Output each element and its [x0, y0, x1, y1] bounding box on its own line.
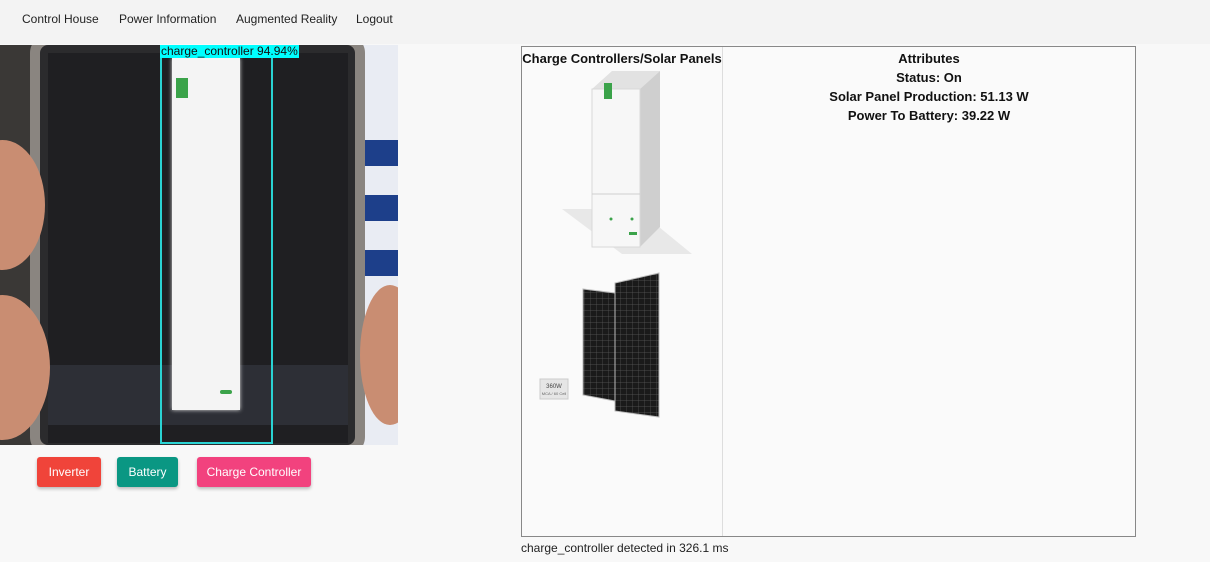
detection-label: charge_controller 94.94%	[160, 45, 299, 58]
nav-control-house[interactable]: Control House	[22, 12, 99, 26]
panel-tag-sub: MCA / 60 Cell	[542, 391, 567, 396]
solar-production-attribute: Solar Panel Production: 51.13 W	[829, 89, 1029, 104]
power-to-battery-attribute: Power To Battery: 39.22 W	[847, 108, 1011, 123]
inverter-button[interactable]: Inverter	[37, 457, 101, 487]
status-attribute: Status: On	[896, 70, 962, 85]
nav-power-information[interactable]: Power Information	[119, 12, 216, 26]
nav-augmented-reality[interactable]: Augmented Reality	[236, 12, 337, 26]
detection-status-text: charge_controller detected in 326.1 ms	[521, 541, 729, 555]
solar-panel-image: 360W MCA / 60 Cell	[539, 272, 660, 418]
battery-button[interactable]: Battery	[117, 457, 178, 487]
charge-controller-button[interactable]: Charge Controller	[197, 457, 311, 487]
device-info-table: Charge Controllers/Solar Panels Attribut…	[521, 46, 1136, 537]
attributes-column-header: Attributes	[898, 51, 960, 66]
top-navbar: Control House Power Information Augmente…	[0, 0, 1210, 44]
nav-logout[interactable]: Logout	[356, 12, 393, 26]
image-column-header: Charge Controllers/Solar Panels	[522, 51, 722, 66]
detection-bounding-box	[160, 56, 273, 444]
charge-controller-image	[562, 71, 692, 254]
panel-tag: 360W	[546, 384, 562, 390]
camera-feed: charge_controller 94.94%	[0, 45, 398, 445]
